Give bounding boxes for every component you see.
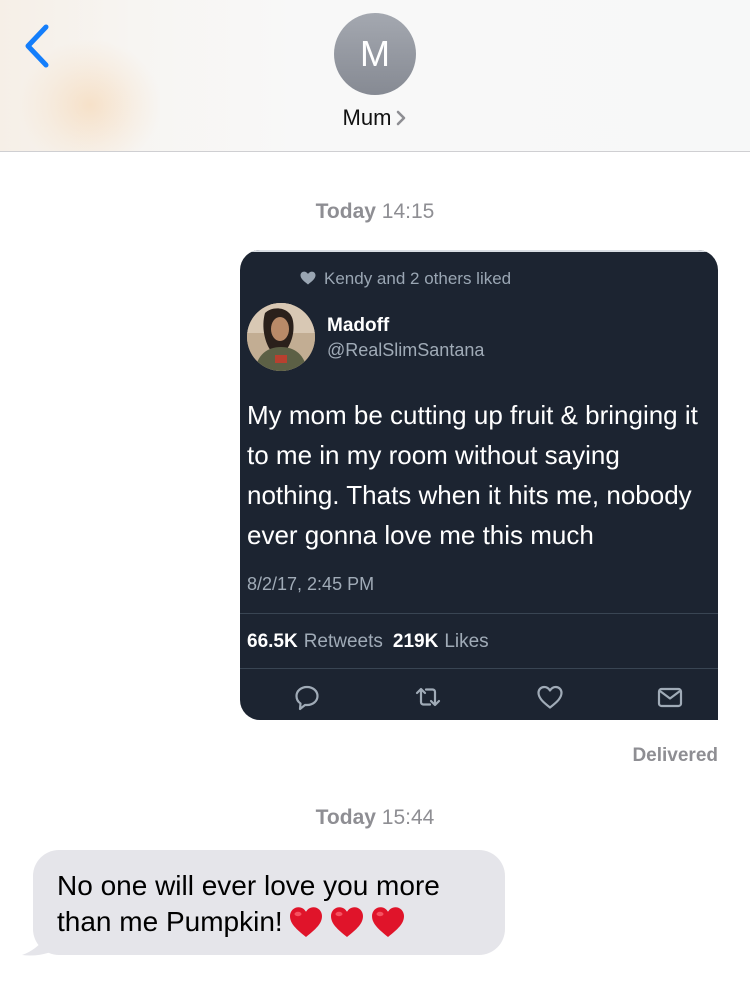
likes-count: 219K <box>392 631 439 652</box>
red-heart-emoji-icon <box>330 907 363 937</box>
tweet-text-line: ever gonna love me this much <box>247 520 594 550</box>
tweet-text-line: to me in my room without saying <box>247 440 620 470</box>
contact-initial: M <box>360 33 390 74</box>
tweet-author-handle: @RealSlimSantana <box>327 340 485 360</box>
tweet-text: My mom be cutting up fruit & bringing it… <box>247 395 718 555</box>
contact-avatar[interactable]: M <box>334 13 416 95</box>
heart-emojis <box>283 902 406 939</box>
timestamp-day: Today <box>315 200 376 223</box>
message-text-line-2: than me Pumpkin! <box>57 904 497 940</box>
message-text-line: than me Pumpkin! <box>57 906 283 937</box>
retweets-count: 66.5K <box>247 631 298 652</box>
contact-name: Mum <box>342 105 392 130</box>
timestamp-day: Today <box>315 806 376 829</box>
chevron-left-icon <box>25 24 49 68</box>
share-icon <box>657 687 683 708</box>
delivered-status: Delivered <box>632 745 718 766</box>
timestamp-time: 14:15 <box>381 200 435 223</box>
image-top-edge <box>240 250 718 252</box>
retweets-label: Retweets <box>303 631 383 652</box>
tweet-stats: 66.5K Retweets 219K Likes <box>247 630 499 654</box>
message-text-line: No one will ever love you more <box>57 870 440 901</box>
tweet-text-line: My mom be cutting up fruit & bringing it <box>247 400 698 430</box>
tweet-text-line: nothing. Thats when it hits me, nobody <box>247 480 692 510</box>
reply-icon <box>295 685 319 711</box>
chevron-right-icon <box>397 110 406 125</box>
heart-icon <box>300 271 316 285</box>
retweet-icon <box>415 687 441 707</box>
author-photo <box>247 303 315 371</box>
red-heart-emoji-icon <box>289 907 322 937</box>
tweet-date: 8/2/17, 2:45 PM <box>247 574 375 594</box>
tweet-divider <box>240 668 718 669</box>
like-icon <box>537 685 563 709</box>
sent-image-tweet-screenshot[interactable]: Kendy and 2 others liked Madoff @RealSli… <box>240 250 718 720</box>
conversation-header: M Mum <box>0 0 750 152</box>
timestamp: Today 15:44 <box>0 805 750 831</box>
timestamp: Today 14:15 <box>0 199 750 225</box>
timestamp-time: 15:44 <box>381 806 435 829</box>
liked-by-row: Kendy and 2 others liked <box>300 268 511 290</box>
back-button[interactable] <box>18 20 62 72</box>
incoming-message-text: No one will ever love you more than me P… <box>57 868 497 940</box>
likes-label: Likes <box>444 631 489 652</box>
liked-by-text: Kendy and 2 others liked <box>324 269 512 288</box>
tweet-divider <box>240 613 718 614</box>
contact-name-button[interactable]: Mum <box>0 104 750 132</box>
red-heart-emoji-icon <box>371 907 404 937</box>
tweet-author-name: Madoff <box>327 315 390 336</box>
tweet-author-avatar <box>247 303 315 371</box>
